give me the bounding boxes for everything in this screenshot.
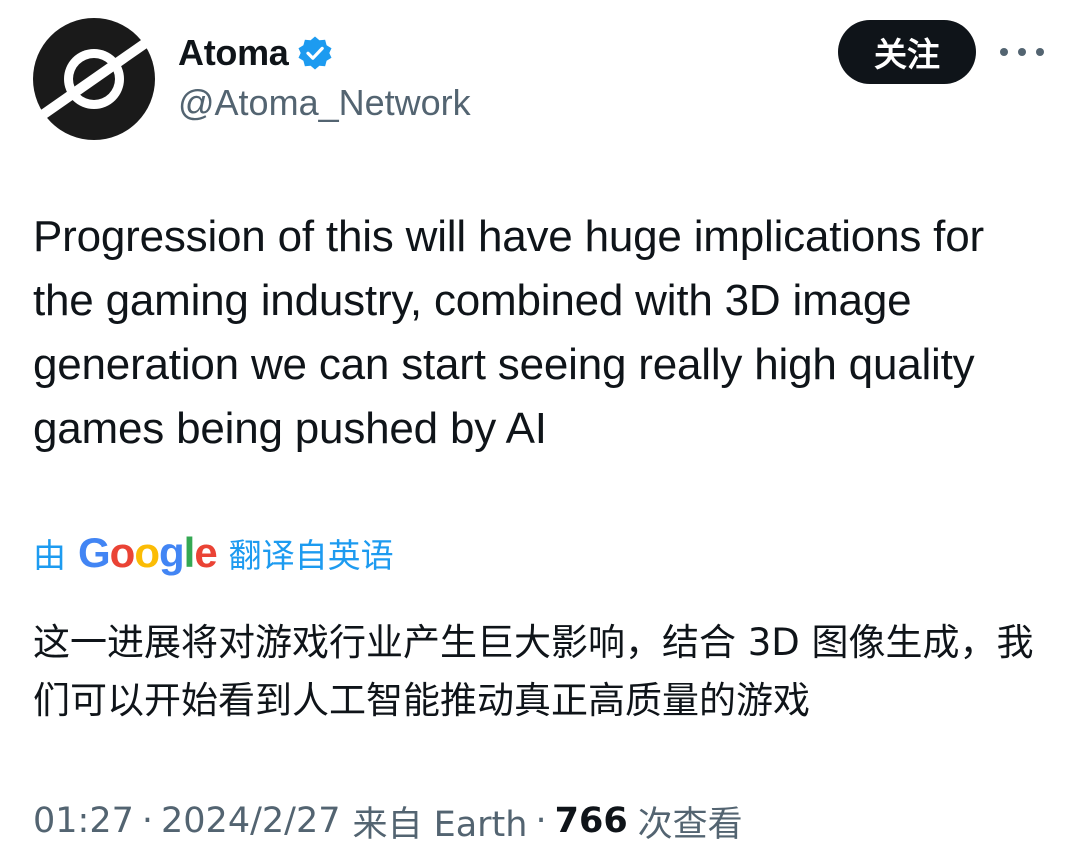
tweet-header: Atoma @Atoma_Network 关注	[0, 0, 1080, 150]
tweet-source: 来自 Earth	[352, 804, 528, 845]
tweet-meta: 01:27 · 2024/2/27 来自 Earth · 766 次查看	[33, 796, 743, 846]
verified-badge-icon	[297, 35, 333, 71]
name-row: Atoma	[178, 30, 333, 76]
translation-attribution[interactable]: 由 Google 翻译自英语	[33, 528, 394, 578]
more-dot	[1018, 48, 1026, 56]
display-name[interactable]: Atoma	[178, 32, 289, 74]
translated-from-label: 翻译自英语	[228, 536, 394, 575]
google-logo: Google	[78, 529, 218, 576]
meta-separator: ·	[535, 801, 547, 841]
views-count[interactable]: 766	[555, 801, 628, 841]
translated-text: 这一进展将对游戏行业产生巨大影响，结合 3D 图像生成，我们可以开始看到人工智能…	[33, 621, 1034, 722]
views-label: 次查看	[637, 804, 743, 845]
tweet-time[interactable]: 01:27	[33, 801, 134, 841]
tweet-text: Progression of this will have huge impli…	[33, 212, 984, 453]
more-options-icon[interactable]	[1000, 38, 1044, 66]
follow-button[interactable]: 关注	[838, 20, 976, 84]
tweet-date[interactable]: 2024/2/27	[161, 801, 340, 841]
avatar[interactable]	[33, 18, 155, 140]
meta-separator: ·	[141, 801, 154, 841]
atoma-logo-icon	[33, 18, 155, 140]
more-dot	[1036, 48, 1044, 56]
more-dot	[1000, 48, 1008, 56]
user-handle[interactable]: @Atoma_Network	[178, 82, 471, 124]
translated-by-label: 由	[33, 536, 66, 575]
